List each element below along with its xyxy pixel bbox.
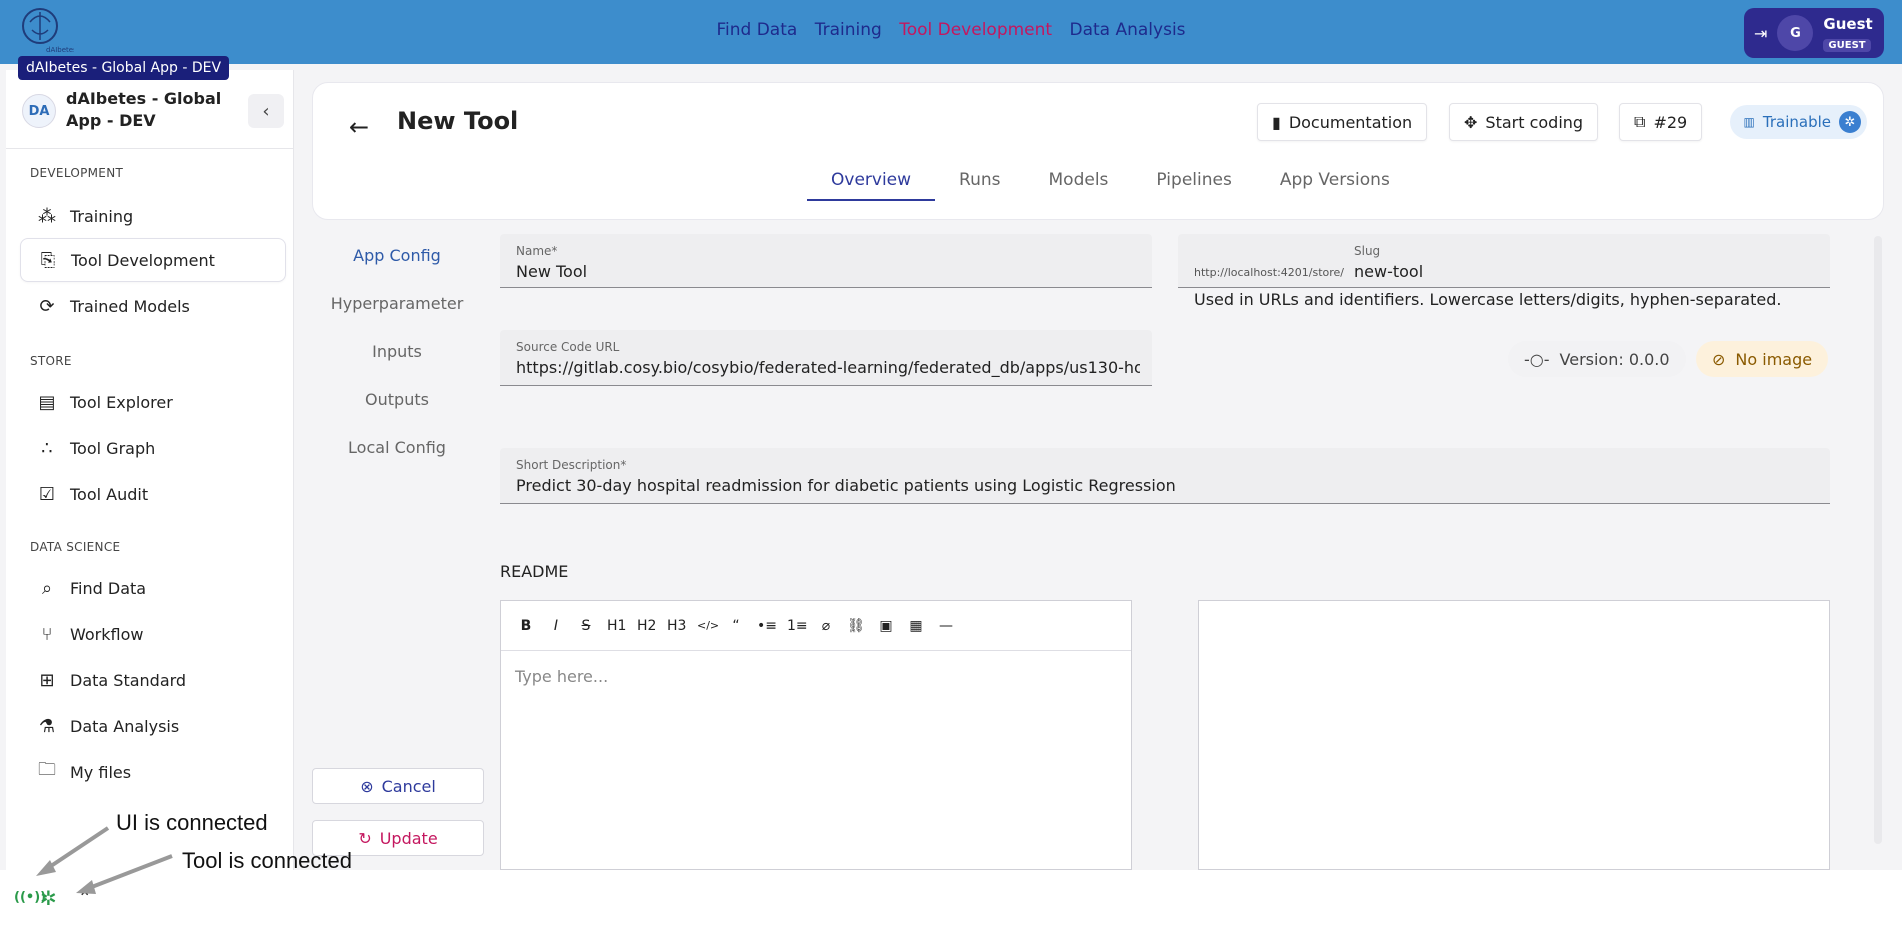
annotation-tool-connected: Tool is connected	[182, 848, 352, 873]
workspace-tooltip: dAIbetes - Global App - DEV	[18, 56, 230, 80]
annotation-ui-connected: UI is connected	[116, 810, 268, 835]
annotation-arrows	[36, 826, 173, 894]
